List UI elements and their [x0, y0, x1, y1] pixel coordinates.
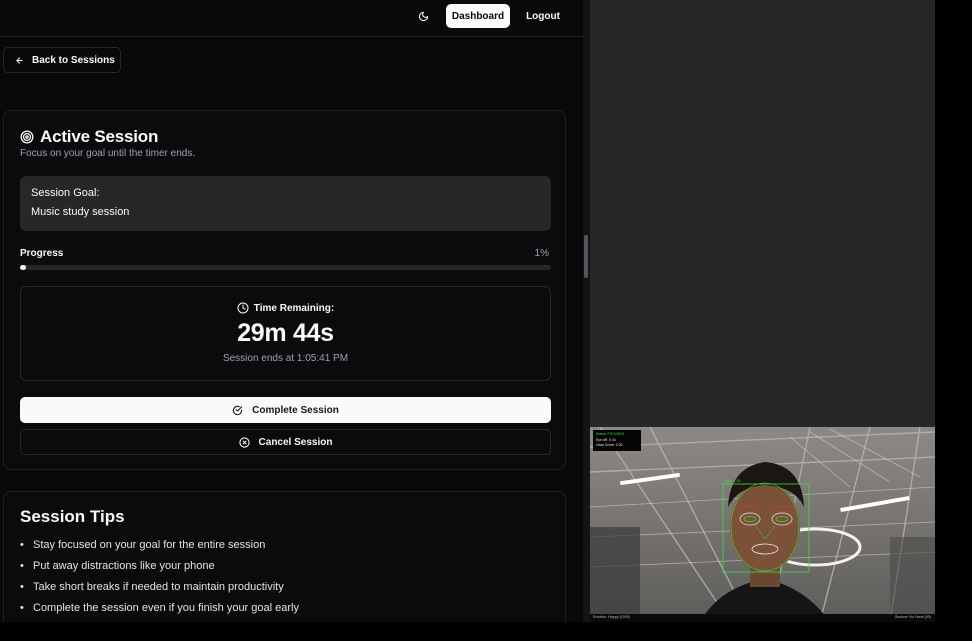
bullet-icon: • [20, 539, 24, 551]
theme-toggle-button[interactable] [413, 6, 433, 26]
cancel-session-label: Cancel Session [258, 436, 333, 448]
tips-title: Session Tips [20, 507, 125, 526]
page-title: Active Session [40, 127, 159, 146]
tip-text: Complete the session even if you finish … [33, 602, 299, 614]
bullet-icon: • [20, 560, 24, 572]
logout-button[interactable]: Logout [520, 4, 566, 28]
back-button-label: Back to Sessions [32, 54, 115, 66]
dashboard-button[interactable]: Dashboard [446, 4, 510, 28]
bullet-icon: • [20, 602, 24, 614]
x-circle-icon [238, 436, 250, 448]
tip-text: Stay focused on your goal for the entire… [33, 539, 266, 551]
gesture-readout: Gesture: No Hand (00) [894, 615, 931, 619]
goal-value: Music study session [31, 206, 130, 218]
cancel-session-button[interactable]: Cancel Session [20, 429, 551, 455]
detection-status-panel: Status: FOCUSED Eye aR: 0.44 Gaze Score:… [593, 430, 641, 451]
timer-panel: Time Remaining: 29m 44s Session ends at … [20, 286, 551, 381]
webcam-image: Face: 1.00 [590, 427, 935, 622]
tip-text: Put away distractions like your phone [33, 560, 215, 572]
countdown-timer: 29m 44s [237, 319, 334, 347]
back-to-sessions-button[interactable]: Back to Sessions [3, 47, 121, 73]
right-empty-pane [590, 0, 935, 427]
session-goal-box: Session Goal: Music study session [20, 176, 551, 231]
tips-list: • Stay focused on your goal for the entir… [20, 539, 299, 622]
gaze-score: Gaze Score: 0.00 [596, 443, 623, 447]
session-subtitle: Focus on your goal until the timer ends. [20, 148, 196, 159]
bullet-icon: • [20, 581, 24, 593]
scrollbar-thumb[interactable] [584, 235, 588, 278]
session-end-time: Session ends at 1:05:41 PM [222, 353, 349, 364]
arrow-left-icon [16, 56, 23, 64]
tip-text: Take short breaks if needed to maintain … [33, 581, 284, 593]
clock-icon [237, 302, 249, 314]
screen: Dashboard Logout Back to Sessions Active… [0, 0, 972, 641]
list-item: • Take short breaks if needed to maintain… [20, 581, 299, 602]
progress-bar [20, 265, 551, 270]
session-title-row: Active Session [20, 127, 158, 147]
check-circle-icon [232, 405, 243, 415]
session-tips-card: Session Tips • Stay focused on your goal … [3, 491, 566, 622]
progress-percent: 1% [534, 248, 549, 259]
progress-label: Progress [20, 248, 64, 259]
webcam-footer: Emotion: Happy (1000) Gesture: No Hand (… [590, 614, 935, 622]
goal-label: Session Goal: [31, 187, 100, 199]
timer-header: Time Remaining: [21, 302, 550, 314]
moon-icon [418, 11, 428, 21]
webcam-feed: Face: 1.00 [590, 427, 935, 622]
list-item: • Put away distractions like your phone [20, 560, 299, 581]
emotion-readout: Emotion: Happy (1000) [593, 615, 630, 619]
app-pane: Dashboard Logout Back to Sessions Active… [0, 0, 583, 622]
bottom-letterbox [0, 622, 972, 641]
face-box-label: Face: 1.00 [724, 479, 741, 483]
target-icon [20, 130, 34, 144]
complete-session-button[interactable]: Complete Session [20, 397, 551, 423]
time-remaining-label: Time Remaining: [253, 302, 335, 314]
progress-bar-fill [20, 265, 26, 270]
list-item: • Stay focused on your goal for the entir… [20, 539, 299, 560]
active-session-card: Active Session Focus on your goal until … [3, 110, 566, 470]
list-item: • Complete the session even if you finish… [20, 602, 299, 622]
top-navbar: Dashboard Logout [0, 0, 583, 37]
complete-session-label: Complete Session [252, 404, 339, 416]
